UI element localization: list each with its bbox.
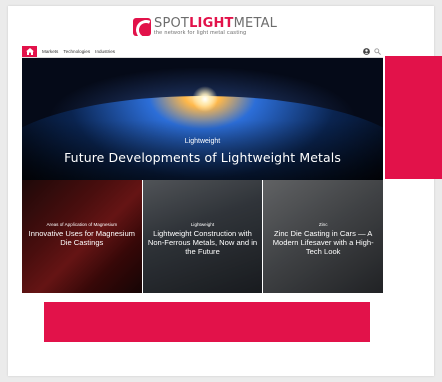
tile-title[interactable]: Zinc Die Casting in Cars — A Modern Life… [266,229,380,257]
tile-kicker: Zinc [318,222,328,227]
user-icon[interactable] [363,48,370,55]
search-icon[interactable] [374,48,381,55]
home-icon [25,48,34,55]
home-button[interactable] [22,46,37,57]
site-logo[interactable]: SPOTLIGHTMETAL the network for light met… [133,16,277,38]
article-tiles: Areas of Application of Magnesium Innova… [22,180,384,293]
article-tile[interactable]: Areas of Application of Magnesium Innova… [22,180,142,293]
tile-kicker: Areas of Application of Magnesium [46,222,118,227]
tile-title[interactable]: Lightweight Construction with Non-Ferrou… [146,229,260,257]
article-tile[interactable]: Zinc Zinc Die Casting in Cars — A Modern… [263,180,384,293]
hero-title[interactable]: Future Developments of Lightweight Metal… [22,150,383,165]
main-navigation: Markets Technologies Industries [22,46,383,58]
hero-kicker: Lightweight [184,138,221,145]
nav-item-markets[interactable]: Markets [42,49,58,54]
nav-item-technologies[interactable]: Technologies [63,49,90,54]
page: SPOTLIGHTMETAL the network for light met… [8,6,442,376]
logo-name: SPOTLIGHTMETAL [154,16,278,32]
sidebar-ad-banner[interactable] [385,56,442,179]
tile-title[interactable]: Innovative Uses for Magnesium Die Castin… [25,229,139,247]
bottom-ad-banner[interactable] [44,302,370,342]
nav-item-industries[interactable]: Industries [95,49,115,54]
logo-mark-icon [133,18,151,36]
hero-sun-flare [192,86,218,112]
logo-tagline: the network for light metal casting [154,30,247,37]
article-tile[interactable]: Lightweight Lightweight Construction wit… [142,180,263,293]
hero-article[interactable]: Lightweight Future Developments of Light… [22,58,383,180]
tile-kicker: Lightweight [190,222,215,227]
